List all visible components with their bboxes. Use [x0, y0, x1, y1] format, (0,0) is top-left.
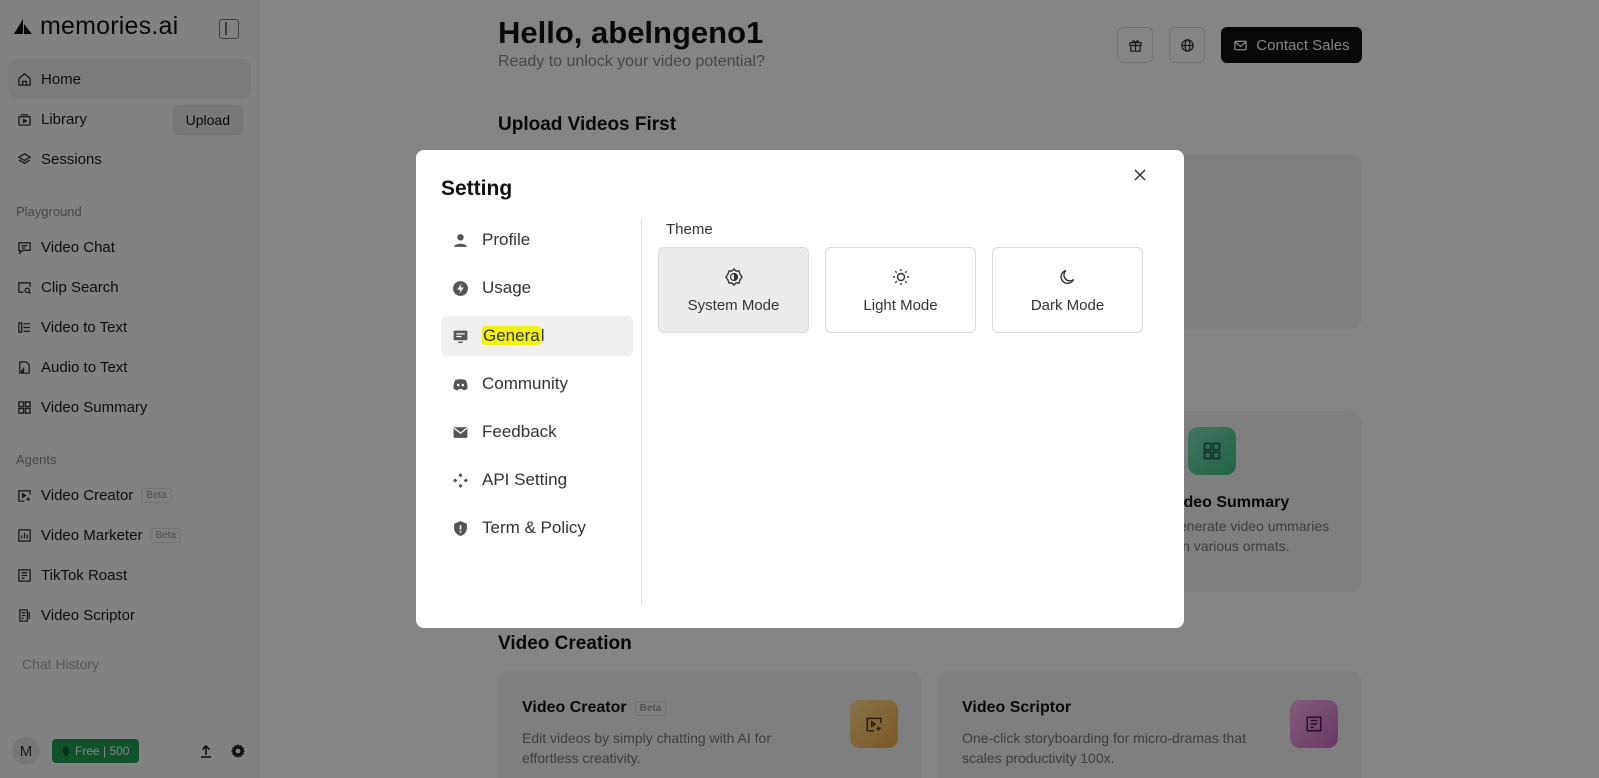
theme-option-label: Dark Mode [1030, 296, 1105, 314]
settings-menu-terms[interactable]: Term & Policy [441, 508, 633, 548]
bolt-icon [450, 278, 470, 298]
shield-icon [450, 518, 470, 538]
moon-icon [1059, 269, 1074, 284]
theme-option-label: System Mode [687, 296, 780, 314]
dialog-divider [641, 218, 642, 605]
settings-menu-general[interactable]: General [441, 316, 633, 356]
theme-option-light[interactable]: Light Mode [825, 247, 976, 333]
settings-menu-community[interactable]: Community [441, 364, 633, 404]
settings-menu-label: Profile [482, 230, 531, 249]
settings-menu-feedback[interactable]: Feedback [441, 412, 633, 452]
search-highlight: Genera [482, 326, 541, 345]
settings-menu-label: Feedback [482, 422, 557, 441]
settings-menu-label-rest: l [540, 326, 545, 345]
settings-menu-label: Usage [482, 278, 532, 297]
sun-icon [892, 268, 909, 285]
theme-option-dark[interactable]: Dark Mode [992, 247, 1143, 333]
close-button[interactable] [1133, 168, 1147, 182]
person-icon [450, 230, 470, 250]
dialog-title: Setting [441, 177, 513, 200]
settings-menu-label: Term & Policy [482, 518, 586, 537]
close-icon [1134, 169, 1146, 181]
theme-option-system[interactable]: System Mode [658, 247, 809, 333]
settings-menu-usage[interactable]: Usage [441, 268, 633, 308]
theme-section-label: Theme [666, 221, 713, 238]
mail-icon [450, 422, 470, 442]
theme-option-label: Light Mode [863, 296, 938, 314]
settings-dialog: Setting Profile Usage General Community … [416, 150, 1184, 628]
general-settings-icon [450, 326, 470, 346]
system-mode-icon [724, 267, 743, 286]
settings-menu-label: Community [482, 374, 568, 393]
api-icon [450, 470, 470, 490]
discord-icon [450, 374, 470, 394]
settings-menu-profile[interactable]: Profile [441, 220, 633, 260]
settings-menu-label: General [482, 326, 544, 346]
settings-menu-api[interactable]: API Setting [441, 460, 633, 500]
settings-menu-label: API Setting [482, 470, 568, 489]
